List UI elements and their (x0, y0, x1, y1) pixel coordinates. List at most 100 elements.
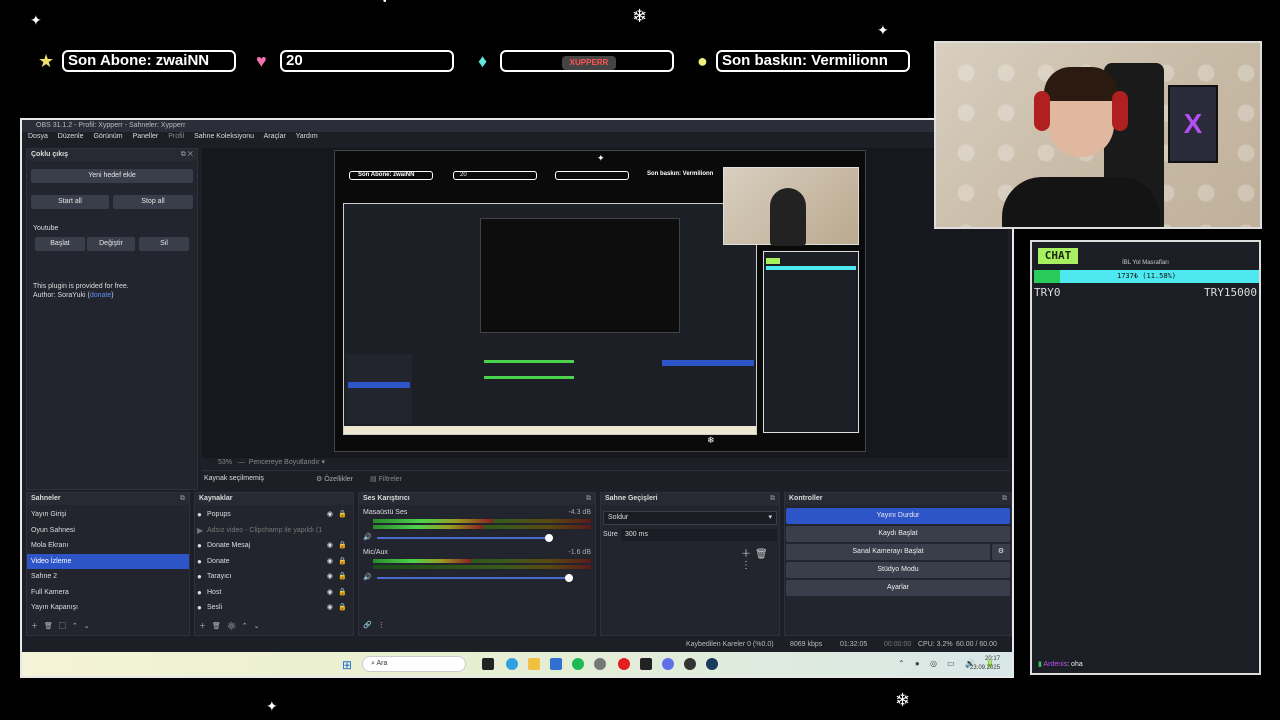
source-item[interactable]: ● Donate ◉ 🔒 (195, 554, 353, 570)
source-item[interactable]: ● Popups ◉ 🔒 (195, 507, 353, 523)
lock-icon[interactable]: 🔒 (338, 538, 347, 553)
volume-slider-handle[interactable] (565, 574, 573, 582)
mixer-toolbar[interactable]: 🔗⋮ (363, 621, 391, 629)
clock[interactable]: 20:17 23.09.2025 (970, 655, 1000, 673)
person-hair (1044, 67, 1118, 101)
scenes-toolbar[interactable]: ＋🗑▢⌃⌄ (31, 621, 96, 631)
sparkle-icon: ✦ (877, 22, 889, 38)
steam-icon[interactable] (706, 658, 718, 670)
target-start-button[interactable]: Başlat (35, 237, 85, 251)
volume-slider[interactable] (377, 537, 553, 539)
preview-chat (763, 251, 859, 433)
eye-icon[interactable]: ◉ (327, 507, 333, 522)
store-icon[interactable] (550, 658, 562, 670)
youtube-badge: XUPPERR (561, 56, 617, 70)
spotify-icon[interactable] (572, 658, 584, 670)
sparkle-icon: ❄ (895, 690, 911, 710)
settings-app-icon[interactable] (594, 658, 606, 670)
volume-slider-handle[interactable] (545, 534, 553, 542)
scene-item[interactable]: Full Kamera (27, 585, 189, 601)
virtual-cam-button[interactable]: Sanal Kamerayı Başlat (786, 544, 990, 560)
new-target-button[interactable]: Yeni hedef ekle (31, 169, 193, 183)
start-record-button[interactable]: Kaydı Başlat (786, 526, 1010, 542)
source-item[interactable]: ● Donate Mesaj ◉ 🔒 (195, 538, 353, 554)
menu-view[interactable]: Görünüm (93, 133, 122, 140)
lock-icon[interactable]: 🔒 (338, 569, 347, 584)
menu-scene-collection[interactable]: Sahne Koleksiyonu (194, 133, 254, 140)
source-item[interactable]: ▶ Adsız video - Clipchamp ile yapıldı (1 (195, 523, 353, 539)
folder-icon[interactable] (528, 658, 540, 670)
windows-start-icon[interactable]: ⊞ (342, 658, 352, 672)
volume-slider[interactable] (377, 577, 569, 579)
menu-edit[interactable]: Düzenle (58, 133, 84, 140)
stop-all-button[interactable]: Stop all (113, 195, 193, 209)
lock-icon[interactable]: 🔒 (338, 554, 347, 569)
settings-button[interactable]: Ayarlar (786, 580, 1010, 596)
scene-item[interactable]: Yayın Girişi (27, 507, 189, 523)
scenes-dock: Sahneler ⧉ Yayın Girişi Oyun Sahnesi Mola… (26, 492, 190, 636)
menu-tools[interactable]: Araçlar (264, 133, 286, 140)
transition-toolbar[interactable]: ＋🗑⋮ (741, 545, 779, 571)
lock-icon[interactable]: 🔒 (338, 507, 347, 522)
preview-followers: 20 (453, 171, 537, 180)
sources-toolbar[interactable]: ＋🗑⚙⌃⌄ (199, 621, 266, 631)
lock-icon[interactable]: 🔒 (338, 585, 347, 600)
menu-help[interactable]: Yardım (296, 133, 318, 140)
youtube-box: XUPPERR (500, 50, 674, 72)
speaker-icon[interactable]: 🔊 (363, 533, 372, 541)
filters-button[interactable]: ▤ Filtreler (370, 475, 402, 483)
file-explorer-icon[interactable] (482, 658, 494, 670)
menu-profile[interactable]: Profil (168, 133, 184, 140)
sparkle-icon: ✦ (266, 698, 278, 714)
target-delete-button[interactable]: Sil (139, 237, 189, 251)
preview-selected-scene (348, 382, 410, 388)
multistream-title: Çoklu çıkış ⧉ ✕ (27, 149, 197, 161)
preview-webcam (723, 167, 859, 246)
source-item[interactable]: ● Host ◉ 🔒 (195, 585, 353, 601)
transition-select[interactable]: Soldur ▾ (603, 511, 777, 525)
message-user[interactable]: Ardenis (1043, 661, 1067, 668)
capcut-icon[interactable] (640, 658, 652, 670)
virtual-cam-settings-icon[interactable]: ⚙ (992, 544, 1010, 560)
source-item[interactable]: ● Sesli ◉ 🔒 (195, 600, 353, 616)
duration-input[interactable]: 300 ms (621, 529, 777, 541)
scene-item[interactable]: Oyun Sahnesi (27, 523, 189, 539)
scene-item[interactable]: Yayın Kapanışı (27, 600, 189, 616)
source-item[interactable]: ● Tarayıcı ◉ 🔒 (195, 569, 353, 585)
stream-preview: Son Abone: zwaiNN 20 Son baskın: Vermili… (334, 150, 866, 452)
obs-icon[interactable] (684, 658, 696, 670)
taskbar-search[interactable]: ⌕ Ara (362, 656, 466, 672)
preview-last-raid: Son baskın: Vermilionn (647, 171, 714, 177)
opera-icon[interactable] (618, 658, 630, 670)
lock-icon[interactable]: 🔒 (338, 600, 347, 615)
eye-icon[interactable]: ◉ (327, 569, 333, 584)
scene-item[interactable]: Sahne 2 (27, 569, 189, 585)
donate-link[interactable]: donate (90, 292, 111, 299)
eye-icon[interactable]: ◉ (327, 585, 333, 600)
eye-icon[interactable]: ◉ (327, 600, 333, 615)
goal-max: TRY15000 (1204, 286, 1257, 299)
sparkle-icon: ❄ (632, 6, 648, 26)
stop-stream-button[interactable]: Yayını Durdur (786, 508, 1010, 524)
discord-icon[interactable] (662, 658, 674, 670)
scene-item-selected[interactable]: Video İzleme (27, 553, 189, 569)
star-icon: ★ (38, 51, 55, 71)
goal-label: İBL Yol Masrafları (1122, 260, 1169, 266)
speaker-icon[interactable]: 🔊 (363, 573, 372, 581)
scene-item[interactable]: Mola Ekranı (27, 538, 189, 554)
volume-meter (373, 525, 484, 529)
eye-icon[interactable]: ◉ (327, 554, 333, 569)
edge-icon[interactable] (506, 658, 518, 670)
taskbar: ⊞ ⌕ Ara ⌃ ● ◎ ▭ 🔊 🔋 20:17 23.09.2025 (22, 652, 1012, 676)
follower-box: 20 (280, 50, 454, 72)
channel-name: Masaüstü Ses (363, 509, 408, 516)
target-change-button[interactable]: Değiştir (87, 237, 135, 251)
properties-button[interactable]: ⚙ Özellikler (316, 475, 353, 483)
menu-file[interactable]: Dosya (28, 133, 48, 140)
menu-docks[interactable]: Paneller (133, 133, 159, 140)
multistream-dock: Çoklu çıkış ⧉ ✕ Yeni hedef ekle Start all… (26, 148, 198, 490)
person-body (1002, 177, 1160, 227)
start-all-button[interactable]: Start all (31, 195, 109, 209)
eye-icon[interactable]: ◉ (327, 538, 333, 553)
studio-mode-button[interactable]: Stüdyo Modu (786, 562, 1010, 578)
